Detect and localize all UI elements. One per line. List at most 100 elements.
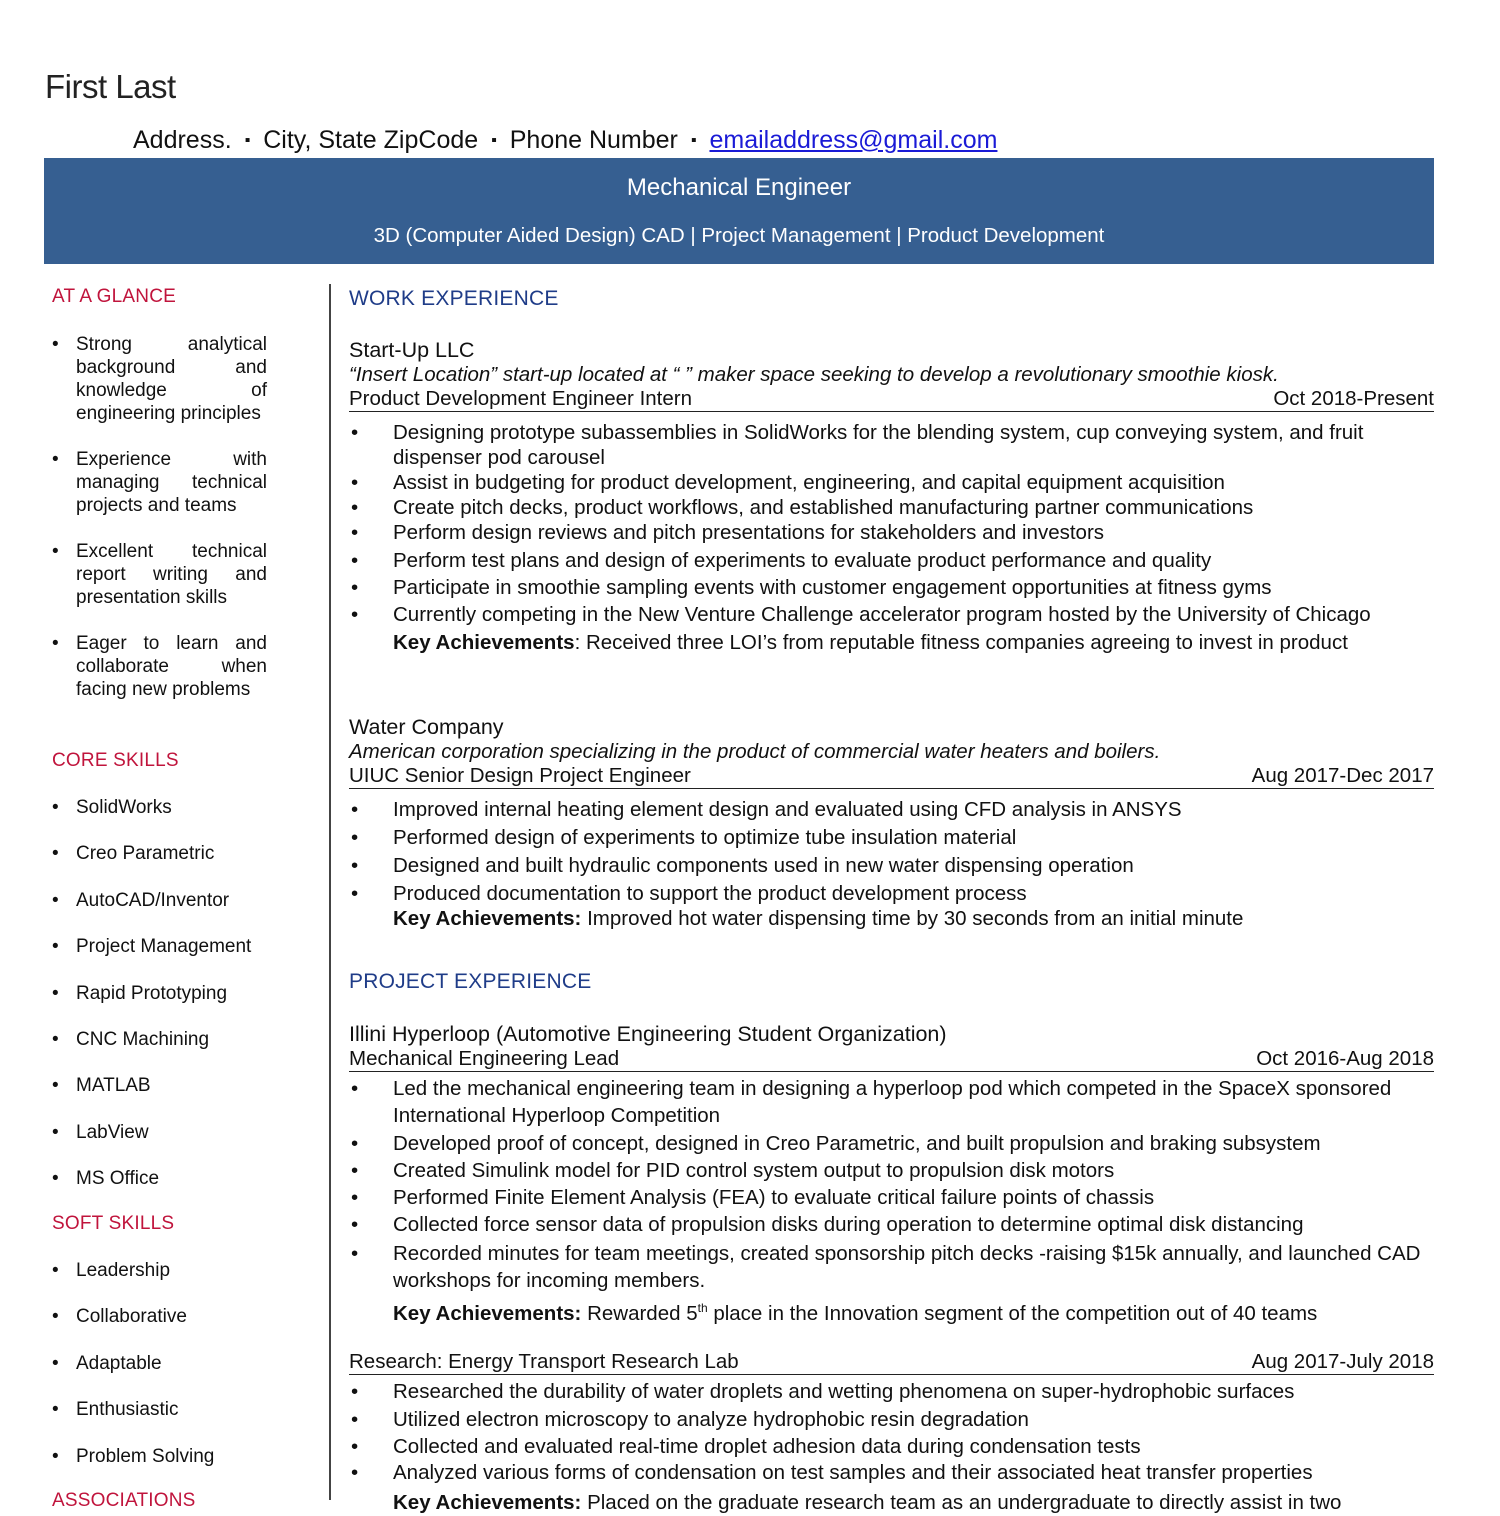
job-role: Product Development Engineer Intern — [349, 387, 693, 410]
list-item: Collaborative — [52, 1305, 267, 1351]
key-achievements-text: place in the Innovation segment of the c… — [707, 1301, 1318, 1325]
project-dates: Oct 2016-Aug 2018 — [1256, 1047, 1434, 1070]
project-experience-heading: PROJECT EXPERIENCE — [349, 970, 592, 993]
list-item: Designed and built hydraulic components … — [349, 853, 1434, 878]
list-item: Project Management — [52, 935, 267, 981]
list-item: SolidWorks — [52, 796, 267, 842]
list-item: Led the mechanical engineering team in d… — [349, 1075, 1434, 1129]
key-achievements-text: Rewarded 5 — [581, 1301, 698, 1325]
list-item: Eager to learn and collaborate when faci… — [52, 632, 267, 701]
list-item: Designing prototype subassemblies in Sol… — [349, 420, 1434, 470]
at-a-glance-heading: AT A GLANCE — [52, 286, 176, 307]
key-achievements: Key Achievements: Improved hot water dis… — [349, 906, 1434, 932]
separator-icon: ▪ — [690, 132, 697, 149]
key-achievements-label: Key Achievements — [393, 631, 575, 654]
list-item: Currently competing in the New Venture C… — [349, 602, 1434, 627]
list-item: Adaptable — [52, 1352, 267, 1398]
key-achievements-text: Placed on the graduate research team as … — [581, 1491, 1342, 1514]
contact-phone: Phone Number — [509, 126, 678, 154]
project-bullets: Researched the durability of water dropl… — [349, 1378, 1434, 1486]
column-divider — [329, 284, 331, 1500]
list-item: Excellent technical report writing and p… — [52, 540, 267, 609]
key-achievements: Key Achievements: Placed on the graduate… — [349, 1490, 1434, 1516]
list-item: CNC Machining — [52, 1028, 267, 1074]
soft-skills-list: Leadership Collaborative Adaptable Enthu… — [52, 1259, 267, 1491]
key-achievements-label: Key Achievements: — [393, 1491, 582, 1514]
list-item: Performed Finite Element Analysis (FEA) … — [349, 1184, 1434, 1211]
project-role: Research: Energy Transport Research Lab — [349, 1350, 739, 1373]
list-item: MS Office — [52, 1167, 267, 1213]
title-banner: Mechanical Engineer 3D (Computer Aided D… — [44, 158, 1434, 264]
list-item: Improved internal heating element design… — [349, 797, 1434, 822]
list-item: Create pitch decks, product workflows, a… — [349, 495, 1434, 520]
job-description: American corporation specializing in the… — [349, 740, 1161, 763]
separator-icon: ▪ — [491, 132, 497, 149]
list-item: Leadership — [52, 1259, 267, 1305]
list-item: AutoCAD/Inventor — [52, 889, 267, 935]
list-item: Created Simulink model for PID control s… — [349, 1157, 1434, 1184]
list-item: MATLAB — [52, 1074, 267, 1120]
list-item: Recorded minutes for team meetings, crea… — [349, 1240, 1434, 1294]
job-specialties: 3D (Computer Aided Design) CAD | Project… — [373, 224, 1105, 247]
list-item: Experience with managing technical proje… — [52, 448, 267, 517]
key-achievements: Key Achievements: Rewarded 5th place in … — [349, 1294, 1434, 1328]
soft-skills-heading: SOFT SKILLS — [52, 1213, 175, 1234]
key-achievements: Key Achievements: Received three LOI’s f… — [349, 630, 1434, 656]
contact-email-link[interactable]: emailaddress@gmail.com — [709, 126, 997, 154]
resume-name: First Last — [45, 68, 176, 105]
list-item: Problem Solving — [52, 1445, 267, 1491]
job-role-row: Product Development Engineer Intern Oct … — [349, 387, 1434, 412]
core-skills-heading: CORE SKILLS — [52, 750, 179, 771]
project-role: Mechanical Engineering Lead — [349, 1047, 620, 1070]
key-achievements-label: Key Achievements: — [393, 1301, 582, 1325]
job-role: UIUC Senior Design Project Engineer — [349, 764, 691, 787]
project-dates: Aug 2017-July 2018 — [1251, 1350, 1434, 1373]
list-item: Utilized electron microscopy to analyze … — [349, 1406, 1434, 1434]
list-item: Produced documentation to support the pr… — [349, 881, 1434, 906]
list-item: Collected force sensor data of propulsio… — [349, 1211, 1434, 1238]
contact-city-state-zip: City, State ZipCode — [263, 126, 479, 154]
job-organization: Start-Up LLC — [349, 338, 475, 362]
job-entry: Start-Up LLC “Insert Location” start-up … — [349, 338, 1434, 656]
job-dates: Oct 2018-Present — [1273, 387, 1434, 410]
job-role-row: UIUC Senior Design Project Engineer Aug … — [349, 764, 1434, 789]
list-item: Researched the durability of water dropl… — [349, 1378, 1434, 1406]
list-item: LabView — [52, 1121, 267, 1167]
work-experience-heading: WORK EXPERIENCE — [349, 287, 559, 310]
project-role-row: Mechanical Engineering Lead Oct 2016-Aug… — [349, 1047, 1434, 1072]
project-role-row: Research: Energy Transport Research Lab … — [349, 1350, 1434, 1375]
key-achievements-label: Key Achievements: — [393, 907, 582, 930]
ordinal-suffix: th — [697, 1301, 708, 1315]
list-item: Assist in budgeting for product developm… — [349, 470, 1434, 495]
key-achievements-text: Improved hot water dispensing time by 30… — [581, 907, 1244, 930]
list-item: Analyzed various forms of condensation o… — [349, 1460, 1434, 1486]
separator-icon: ▪ — [244, 132, 251, 149]
associations-heading: ASSOCIATIONS — [52, 1490, 196, 1511]
key-achievements-text: : Received three LOI’s from reputable fi… — [574, 631, 1348, 654]
list-item: Enthusiastic — [52, 1398, 267, 1444]
job-entry: Water Company American corporation speci… — [349, 715, 1434, 932]
list-item: Perform test plans and design of experim… — [349, 548, 1434, 573]
list-item: Perform design reviews and pitch present… — [349, 520, 1434, 545]
job-title: Mechanical Engineer — [626, 174, 852, 201]
contact-line: Address. ▪ City, State ZipCode ▪ Phone N… — [133, 126, 997, 155]
job-description: “Insert Location” start-up located at “ … — [349, 363, 1279, 386]
project-organization: Illini Hyperloop (Automotive Engineering… — [349, 1022, 947, 1046]
list-item: Creo Parametric — [52, 842, 267, 888]
project-entry: Research: Energy Transport Research Lab … — [349, 1350, 1434, 1516]
at-a-glance-list: Strong analytical background and knowled… — [52, 333, 267, 724]
contact-address: Address. — [133, 126, 232, 154]
project-entry: Illini Hyperloop (Automotive Engineering… — [349, 1022, 1434, 1328]
list-item: Performed design of experiments to optim… — [349, 825, 1434, 850]
list-item: Strong analytical background and knowled… — [52, 333, 267, 425]
job-organization: Water Company — [349, 715, 504, 739]
job-bullets: Designing prototype subassemblies in Sol… — [349, 420, 1434, 627]
list-item: Collected and evaluated real-time drople… — [349, 1434, 1434, 1460]
project-bullets: Led the mechanical engineering team in d… — [349, 1075, 1434, 1294]
list-item: Developed proof of concept, designed in … — [349, 1130, 1434, 1157]
job-bullets: Improved internal heating element design… — [349, 797, 1434, 906]
list-item: Participate in smoothie sampling events … — [349, 575, 1434, 600]
core-skills-list: SolidWorks Creo Parametric AutoCAD/Inven… — [52, 796, 267, 1214]
job-dates: Aug 2017-Dec 2017 — [1251, 764, 1434, 787]
list-item: Rapid Prototyping — [52, 982, 267, 1028]
